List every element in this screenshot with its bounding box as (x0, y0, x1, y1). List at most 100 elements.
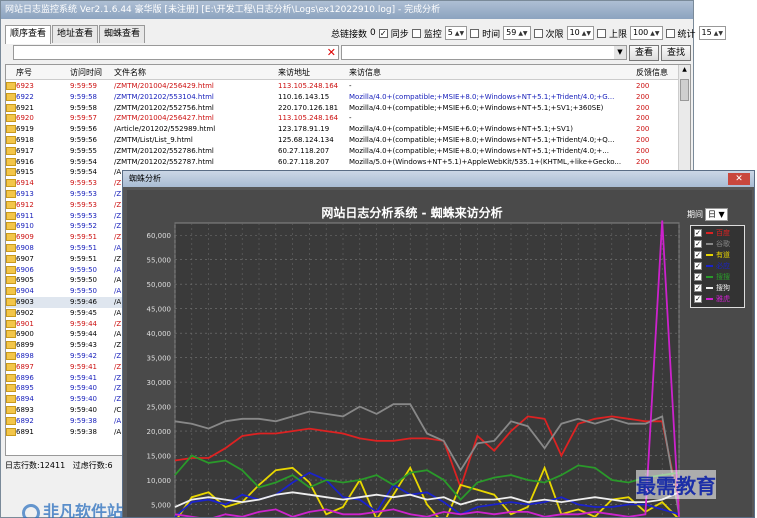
cell-ip: 60.27.118.207 (278, 157, 330, 166)
cell-time: 9:59:52 (70, 222, 97, 231)
cell-file: /ZMTM/201202/552786.html (114, 146, 214, 155)
legend-checkbox[interactable]: ✓ (694, 229, 702, 237)
legend-item[interactable]: ✓ 必应 (694, 261, 741, 272)
upper-checkbox[interactable] (596, 28, 606, 38)
chevron-down-icon[interactable]: ▼ (614, 46, 626, 59)
legend-checkbox[interactable]: ✓ (694, 240, 702, 248)
legend-swatch (706, 232, 713, 234)
cell-id: 6906 (16, 265, 34, 274)
filtered-lines-label: 过虑行数: (72, 461, 108, 470)
filter-select[interactable]: ▼ (341, 45, 627, 60)
stats-spinner[interactable]: 15 ▲▼ (698, 26, 726, 40)
stats-checkbox[interactable] (665, 28, 675, 38)
period-label: 期间 (687, 210, 703, 219)
cell-id: 6908 (16, 243, 34, 252)
legend-checkbox[interactable]: ✓ (694, 295, 702, 303)
cell-ip: 113.105.248.164 (278, 114, 339, 123)
period-dropdown[interactable]: 日 ▼ (705, 208, 728, 221)
clear-icon[interactable]: ✕ (327, 46, 336, 60)
cell-time: 9:59:53 (70, 179, 97, 188)
monitor-label: 监控 (423, 29, 442, 40)
folder-icon (6, 254, 16, 263)
col-time-header[interactable]: 访问时间 (70, 65, 102, 80)
cell-ip: 123.178.91.19 (278, 125, 330, 134)
table-row[interactable]: 6917 9:59:55/ZMTM/201202/552786.html 60.27… (6, 146, 678, 157)
legend-checkbox[interactable]: ✓ (694, 262, 702, 270)
col-id-header[interactable]: 序号 (16, 65, 32, 80)
monitor-checkbox[interactable] (411, 28, 421, 38)
count-spinner[interactable]: 10 ▲▼ (566, 26, 594, 40)
upper-spinner[interactable]: 100 ▲▼ (630, 26, 663, 40)
tab-sequence-view[interactable]: 顺序查看 (5, 25, 52, 44)
col-ip-header[interactable]: 来访地址 (278, 65, 310, 80)
table-row[interactable]: 6922 9:59:58/ZMTM/201202/553104.html 110.1… (6, 92, 678, 103)
legend-item[interactable]: ✓ 搜狗 (694, 283, 741, 294)
line-chart: 5,000 10,000 15,000 20,000 25,000 30,000 35,00… (147, 220, 680, 517)
cell-time: 9:59:41 (70, 362, 97, 371)
cell-id: 6904 (16, 287, 34, 296)
cell-ip: 60.27.118.207 (278, 146, 330, 155)
legend-label: 搜狗 (716, 284, 730, 292)
cell-id: 6911 (16, 211, 34, 220)
legend-item[interactable]: ✓ 有道 (694, 250, 741, 261)
filter-input[interactable]: ✕ (13, 45, 339, 60)
legend-item[interactable]: ✓ 雅虎 (694, 294, 741, 305)
spinner-arrows-icon: ▲▼ (713, 30, 723, 37)
view-button[interactable]: 查看 (629, 45, 660, 61)
legend-checkbox[interactable]: ✓ (694, 284, 702, 292)
y-tick-label: 60,000 (147, 232, 172, 240)
cell-status: 200 (636, 146, 650, 155)
folder-icon (6, 92, 16, 101)
monitor-spinner[interactable]: 5 ▲▼ (444, 26, 468, 40)
search-button[interactable]: 查找 (661, 45, 692, 61)
monitor-spinner-value: 5 (447, 28, 453, 37)
folder-icon (6, 287, 16, 296)
cell-time: 9:59:40 (70, 395, 97, 404)
table-row[interactable]: 6923 9:59:59/ZMTM/201004/256429.html 113.1… (6, 81, 678, 92)
legend-swatch (706, 298, 713, 300)
chart-area: 网站日志分析系统 - 蜘蛛来访分析 期间日 ▼ 5,000 10,000 15,00… (127, 190, 752, 517)
count-checkbox[interactable] (533, 28, 543, 38)
folder-icon (6, 427, 16, 436)
interval-checkbox[interactable] (470, 28, 480, 38)
folder-icon (6, 82, 16, 90)
legend-item[interactable]: ✓ 搜搜 (694, 272, 741, 283)
spinner-arrows-icon: ▲▼ (650, 30, 660, 37)
legend-checkbox[interactable]: ✓ (694, 251, 702, 259)
tab-address-view[interactable]: 地址查看 (52, 25, 99, 43)
sync-checkbox[interactable]: ✓ (378, 28, 388, 38)
table-row[interactable]: 6918 9:59:56/ZMTM/List/List_9.html 125.68.… (6, 135, 678, 146)
period-selector: 期间日 ▼ (687, 208, 728, 221)
watermark-left-text: 非凡软件站 (43, 502, 124, 518)
tab-spider-view[interactable]: 蜘蛛查看 (99, 25, 146, 43)
cell-file: /ZMTM/201004/256427.html (114, 114, 214, 123)
legend-label: 有道 (716, 251, 730, 259)
legend-checkbox[interactable]: ✓ (694, 273, 702, 281)
interval-label: 时间 (482, 29, 501, 40)
folder-icon (6, 211, 16, 220)
cell-status: 200 (636, 125, 650, 134)
cell-id: 6909 (16, 233, 34, 242)
legend-item[interactable]: ✓ 谷歌 (694, 239, 741, 250)
table-row[interactable]: 6919 9:59:56/Article/201202/552989.html 12… (6, 124, 678, 135)
legend-label: 雅虎 (716, 295, 730, 303)
cell-info: Mozilla/4.0+(compatible;+MSIE+8.0;+Windo… (349, 146, 609, 155)
logo-icon (22, 503, 40, 518)
col-info-header[interactable]: 来访信息 (349, 65, 381, 80)
interval-spinner[interactable]: 59 ▲▼ (503, 26, 531, 40)
close-icon[interactable]: ✕ (728, 173, 750, 185)
table-row[interactable]: 6916 9:59:54/ZMTM/201202/552787.html 60.27… (6, 157, 678, 168)
cell-id: 6919 (16, 125, 34, 134)
y-tick-label: 35,000 (147, 355, 172, 363)
cell-id: 6893 (16, 405, 34, 414)
scroll-thumb[interactable] (680, 79, 689, 101)
legend-item[interactable]: ✓ 百度 (694, 228, 741, 239)
table-row[interactable]: 6920 9:59:57/ZMTM/201004/256427.html 113.1… (6, 113, 678, 124)
col-file-header[interactable]: 文件名称 (114, 65, 146, 80)
col-status-header[interactable]: 反馈信息 (636, 65, 668, 80)
table-row[interactable]: 6921 9:59:58/ZMTM/201202/552756.html 220.1… (6, 103, 678, 114)
watermark-left: 非凡软件站 (22, 498, 123, 518)
scroll-up-icon[interactable]: ▲ (680, 66, 689, 76)
spinner-arrows-icon: ▲▼ (581, 30, 591, 37)
folder-icon (6, 308, 16, 317)
